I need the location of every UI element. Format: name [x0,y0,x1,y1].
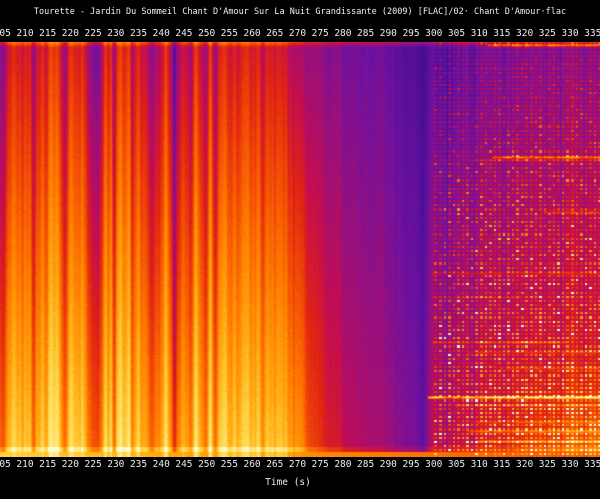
x-tick-label: 220 [62,28,79,40]
x-tick-label: 275 [312,28,329,40]
x-tick-label: 280 [334,459,351,471]
x-tick-label: 210 [16,459,33,471]
x-tick-label: 290 [380,28,397,40]
x-tick-label: 320 [516,459,533,471]
x-tick-label: 215 [39,28,56,40]
x-tick-label: 230 [107,459,124,471]
x-tick-label: 335 [584,459,600,471]
x-tick-label: 260 [243,459,260,471]
time-axis-top: 205 210 215 220 225 230 235 240 245 250 255 260 265 2… [0,28,600,40]
x-tick-label: 290 [380,459,397,471]
x-tick-label: 305 [448,28,465,40]
x-tick-label: 235 [130,28,147,40]
x-tick-label: 265 [266,28,283,40]
x-tick-label: 230 [107,28,124,40]
x-tick-label: 295 [402,28,419,40]
x-tick-label: 215 [39,459,56,471]
track-title: Tourette - Jardin Du Sommeil Chant D'Amo… [0,7,600,17]
spectrogram-heatmap [0,42,600,457]
x-tick-label: 310 [471,459,488,471]
x-tick-label: 235 [130,459,147,471]
x-tick-label: 310 [471,28,488,40]
x-tick-label: 220 [62,459,79,471]
x-tick-label: 250 [198,459,215,471]
x-tick-label: 275 [312,459,329,471]
x-tick-label: 245 [175,459,192,471]
x-tick-label: 270 [289,459,306,471]
x-tick-label: 300 [425,459,442,471]
x-tick-label: 325 [539,459,556,471]
x-tick-label: 285 [357,28,374,40]
x-tick-label: 205 [0,459,11,471]
x-tick-label: 325 [539,28,556,40]
x-tick-label: 205 [0,28,11,40]
x-tick-label: 295 [402,459,419,471]
x-tick-label: 330 [561,28,578,40]
x-tick-label: 305 [448,459,465,471]
x-tick-label: 225 [85,459,102,471]
time-axis-bottom: 205 210 215 220 225 230 235 240 245 250 255 260 265 2… [0,459,600,471]
x-tick-label: 300 [425,28,442,40]
x-tick-label: 315 [493,28,510,40]
x-tick-label: 280 [334,28,351,40]
x-tick-label: 225 [85,28,102,40]
spectrogram-window: { "title": "Tourette - Jardin Du Sommeil… [0,0,600,499]
x-tick-label: 285 [357,459,374,471]
x-tick-label: 255 [221,28,238,40]
x-tick-label: 320 [516,28,533,40]
x-tick-label: 240 [153,28,170,40]
x-tick-label: 250 [198,28,215,40]
time-axis-label: Time (s) [0,477,576,488]
x-tick-label: 330 [561,459,578,471]
x-tick-label: 270 [289,28,306,40]
x-tick-label: 255 [221,459,238,471]
x-tick-label: 210 [16,28,33,40]
x-tick-label: 265 [266,459,283,471]
x-tick-label: 335 [584,28,600,40]
x-tick-label: 260 [243,28,260,40]
x-tick-label: 245 [175,28,192,40]
x-tick-label: 240 [153,459,170,471]
x-tick-label: 315 [493,459,510,471]
